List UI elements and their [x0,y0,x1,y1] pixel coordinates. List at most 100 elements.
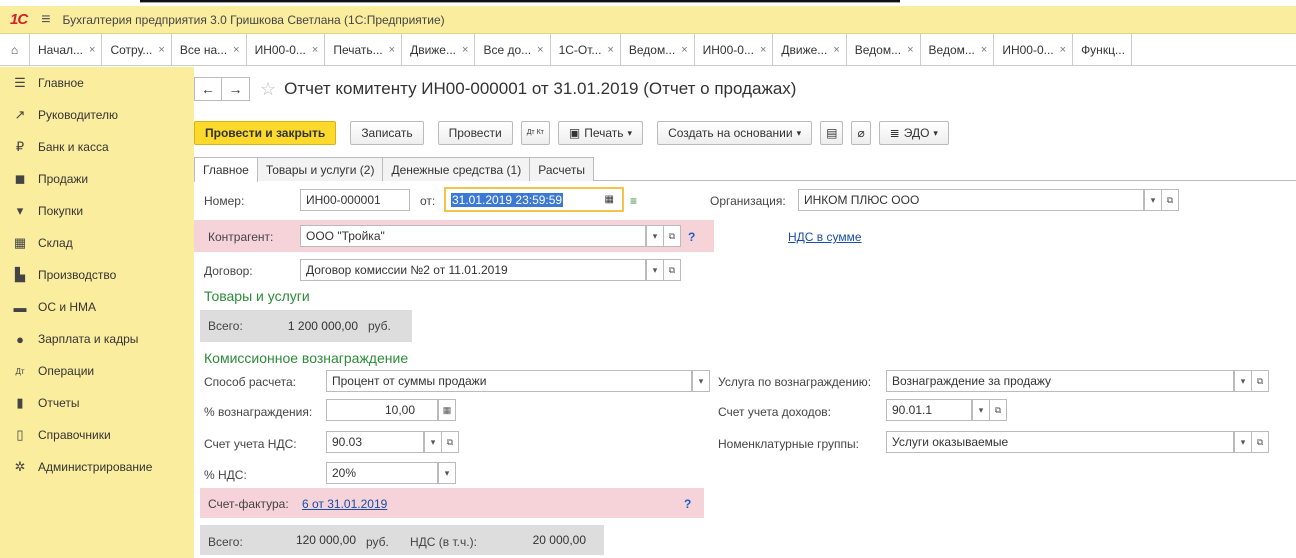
sidebar-item-assets[interactable]: ▬ ОС и НМА [0,291,194,323]
sidebar-item-bank[interactable]: ₽ Банк и касса [0,131,194,163]
tab-settlements[interactable]: Расчеты [529,157,595,181]
sidebar-item-references[interactable]: ▯ Справочники [0,419,194,451]
help-icon[interactable]: ? [688,230,695,244]
close-icon[interactable]: × [607,44,613,56]
save-button[interactable]: Записать [350,121,424,145]
open-icon[interactable]: ⧉ [1251,370,1269,392]
window-tab[interactable]: ИН00-0... × [247,34,326,65]
open-icon[interactable]: ⧉ [1161,189,1179,211]
close-icon[interactable]: × [389,44,395,56]
sidebar-item-sales[interactable]: ◼ Продажи [0,163,194,195]
sidebar-item-manager[interactable]: ↗ Руководителю [0,99,194,131]
invoice-link[interactable]: 6 от 31.01.2019 [302,497,387,511]
window-tab[interactable]: ИН00-0... × [695,34,774,65]
sidebar-item-reports[interactable]: ▮ Отчеты [0,387,194,419]
vat-pct-field[interactable]: 20% [326,462,438,484]
chevron-down-icon[interactable]: ▾ [972,399,990,421]
chevron-down-icon[interactable]: ▾ [1144,189,1162,211]
sidebar-item-admin[interactable]: ✲ Администрирование [0,451,194,483]
window-tab[interactable]: Ведом... × [847,34,921,65]
vat-mode-link[interactable]: НДС в сумме [788,230,862,244]
window-tab[interactable]: Функц... [1073,34,1132,65]
counterparty-field[interactable]: ООО "Тройка" [300,225,646,247]
edo-button[interactable]: ≣ ЭДО ▾ [878,121,949,145]
contract-field[interactable]: Договор комиссии №2 от 11.01.2019 [300,259,646,281]
back-button[interactable]: ← [194,77,222,101]
attach-icon[interactable]: ⌀ [851,121,871,145]
close-icon[interactable]: × [158,44,164,56]
window-tab[interactable]: Начал... × [30,34,103,65]
home-icon[interactable]: ⌂ [0,34,30,65]
window-tab[interactable]: Все до... × [475,34,551,65]
sidebar-item-main[interactable]: ☰ Главное [0,67,194,99]
structure-icon[interactable]: ▤ [820,121,844,145]
open-icon[interactable]: ⧉ [989,399,1007,421]
window-tab[interactable]: Движе... × [402,34,476,65]
dt-kt-button[interactable]: Дт Кт [520,121,550,145]
reward-pct-field[interactable]: 10,00 [326,399,438,421]
window-tab[interactable]: ИН00-0... × [994,34,1074,65]
tab-main[interactable]: Главное [194,157,258,182]
income-acc-field[interactable]: 90.01.1 [886,399,972,421]
chevron-down-icon[interactable]: ▾ [424,431,442,453]
main-menu-icon[interactable]: ≡ [41,11,50,29]
close-icon[interactable]: × [681,44,687,56]
number-field[interactable]: ИН00-000001 [300,189,410,211]
print-button[interactable]: ▣ Печать ▾ [557,121,644,145]
close-icon[interactable]: × [760,44,766,56]
sidebar-item-warehouse[interactable]: ▦ Склад [0,227,194,259]
sidebar-item-salary[interactable]: ● Зарплата и кадры [0,323,194,355]
date-field[interactable]: 31.01.2019 23:59:59 ▦ [444,187,624,212]
chevron-down-icon[interactable]: ▾ [438,462,456,484]
close-icon[interactable]: × [981,44,987,56]
window-tab[interactable]: Ведом... × [921,34,995,65]
window-tab[interactable]: Ведом... × [621,34,695,65]
chevron-down-icon: ▾ [627,127,633,138]
calculator-icon[interactable]: ▦ [438,399,456,421]
open-icon[interactable]: ⧉ [1251,431,1269,453]
organization-field[interactable]: ИНКОМ ПЛЮС ООО [798,189,1144,211]
sidebar-item-purchases[interactable]: ▾ Покупки [0,195,194,227]
window-tab[interactable]: Все на... × [172,34,247,65]
close-icon[interactable]: × [89,44,95,56]
chevron-down-icon[interactable]: ▾ [1234,370,1252,392]
window-tab[interactable]: 1С-От... × [551,34,621,65]
close-icon[interactable]: × [233,44,239,56]
sidebar-item-operations[interactable]: Дт Операции [0,355,194,387]
window-tab[interactable]: Движе... × [773,34,847,65]
close-icon[interactable]: × [1060,44,1066,56]
calc-method-field[interactable]: Процент от суммы продажи [326,370,692,392]
forward-button[interactable]: → [222,77,250,101]
app-title: Бухгалтерия предприятия 3.0 Гришкова Све… [62,12,445,27]
reward-pct-label: % вознаграждения: [204,405,313,419]
tab-money[interactable]: Денежные средства (1) [382,157,531,181]
post-button[interactable]: Провести [437,121,513,145]
post-and-close-button[interactable]: Провести и закрыть [194,121,337,145]
close-icon[interactable]: × [907,44,913,56]
open-icon[interactable]: ⧉ [663,225,681,247]
nomen-field[interactable]: Услуги оказываемые [886,431,1234,453]
close-icon[interactable]: × [312,44,318,56]
sidebar-item-production[interactable]: ▙ Производство [0,259,194,291]
close-icon[interactable]: × [537,44,543,56]
help-icon[interactable]: ? [684,497,691,511]
calendar-icon[interactable]: ▦ [605,194,614,205]
vat-acc-field[interactable]: 90.03 [326,431,424,453]
chevron-down-icon[interactable]: ▾ [646,225,664,247]
favorite-star-icon[interactable]: ☆ [260,79,276,100]
comment-icon[interactable]: ≡ [630,194,637,208]
open-icon[interactable]: ⧉ [663,259,681,281]
document-form: ← → ☆ Отчет комитенту ИН00-000001 от 31.… [194,67,1296,558]
window-tab[interactable]: Печать... × [325,34,403,65]
open-icon[interactable]: ⧉ [441,431,459,453]
chevron-down-icon[interactable]: ▾ [692,370,710,392]
close-icon[interactable]: × [833,44,839,56]
close-icon[interactable]: × [462,44,468,56]
create-based-on-button[interactable]: Создать на основании ▾ [657,121,813,145]
chevron-down-icon[interactable]: ▾ [1234,431,1252,453]
person-icon: ● [16,331,24,347]
window-tab[interactable]: Сотру... × [102,34,172,65]
service-field[interactable]: Вознаграждение за продажу [886,370,1234,392]
tab-goods[interactable]: Товары и услуги (2) [256,157,384,181]
chevron-down-icon[interactable]: ▾ [646,259,664,281]
